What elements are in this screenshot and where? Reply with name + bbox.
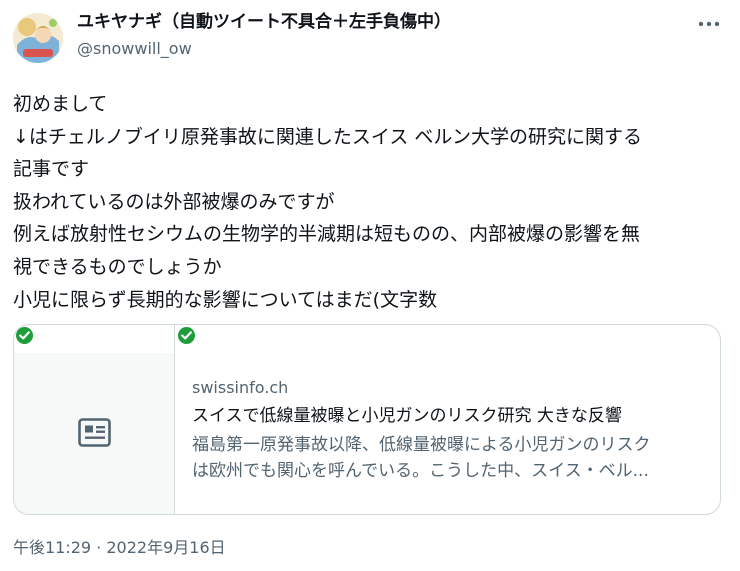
- more-dots-icon: [698, 21, 720, 27]
- more-options-button[interactable]: [695, 12, 723, 36]
- tweet-line: 例えば放射性セシウムの生物学的半減期は短ものの、内部被爆の影響を無: [13, 223, 641, 246]
- check-badge-icon: [16, 327, 33, 344]
- check-badge-icon: [178, 327, 195, 344]
- tweet-line: 視できるものでしょうか: [13, 255, 222, 278]
- tweet-line: 記事です: [13, 158, 90, 181]
- tweet-line: ↓はチェルノブイリ原発事故に関連したスイス ベルン大学の研究に関する: [13, 125, 643, 148]
- avatar[interactable]: [13, 13, 63, 63]
- checkmark-icon: [181, 331, 192, 340]
- link-card-description-line: 福島第一原発事故以降、低線量被曝による小児ガンのリスク: [192, 435, 651, 455]
- link-card-title: スイスで低線量被曝と小児ガンのリスク研究 大きな反響: [192, 406, 622, 426]
- tweet-text: 初めまして ↓はチェルノブイリ原発事故に関連したスイス ベルン大学の研究に関する…: [13, 88, 723, 316]
- link-card-thumbnail: [14, 325, 175, 514]
- link-card-domain: swissinfo.ch: [192, 378, 289, 397]
- author-display-name[interactable]: ユキヤナギ（自動ツイート不具合＋左手負傷中）: [77, 11, 451, 33]
- link-card-description-line: は欧州でも関心を呼んでいる。こうした中、スイス・ベル...: [192, 461, 649, 481]
- tweet-line: 初めまして: [13, 93, 108, 115]
- article-icon: [78, 418, 111, 447]
- link-card-description: 福島第一原発事故以降、低線量被曝による小児ガンのリスク は欧州でも関心を呼んでい…: [192, 432, 712, 484]
- checkmark-icon: [19, 331, 30, 340]
- tweet-line: 扱われているのは外部被爆のみですが: [13, 190, 335, 213]
- link-card[interactable]: swissinfo.ch スイスで低線量被曝と小児ガンのリスク研究 大きな反響 …: [13, 324, 721, 515]
- tweet-line: 小児に限らず長期的な影響についてはまだ(文字数: [13, 288, 438, 311]
- tweet-timestamp[interactable]: 午後11:29 · 2022年9月16日: [13, 537, 226, 559]
- author-handle[interactable]: @snowwill_ow: [77, 38, 192, 60]
- avatar-illustration: [13, 13, 63, 63]
